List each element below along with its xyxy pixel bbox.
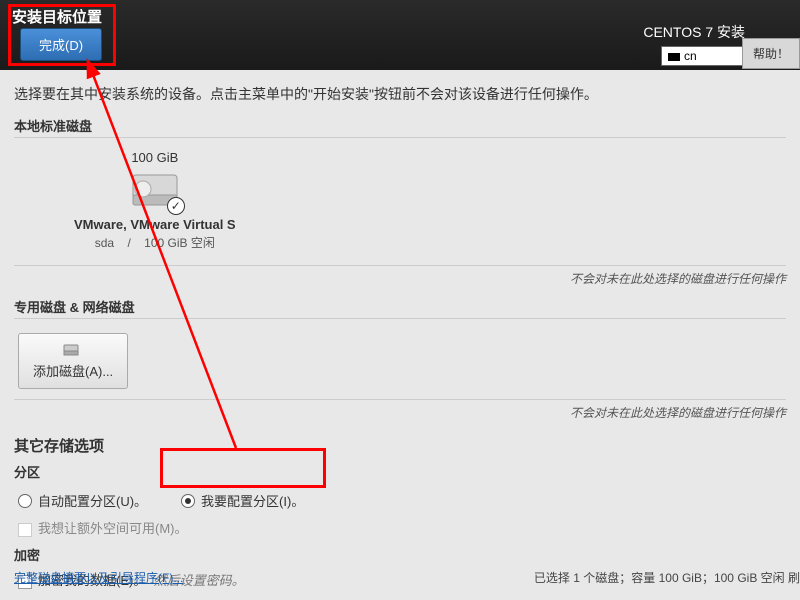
add-disk-label: 添加磁盘(A)...	[33, 364, 113, 379]
disk-name-label: VMware, VMware Virtual S	[74, 217, 236, 232]
unlisted-note-1: 不会对未在此处选择的磁盘进行任何操作	[14, 265, 786, 287]
keyboard-layout-selector[interactable]: cn	[661, 46, 745, 66]
disk-summary-link[interactable]: 完整磁盘摘要以及引导程序(F)...	[14, 569, 183, 586]
checkbox-icon	[18, 523, 32, 537]
disk-details: sda / 100 GiB 空闲	[74, 234, 236, 251]
extra-space-checkbox-row[interactable]: 我想让额外空间可用(M)。	[18, 518, 786, 537]
disk-separator: /	[127, 236, 130, 250]
radio-icon-selected	[181, 494, 195, 508]
radio-auto-label: 自动配置分区(U)。	[38, 491, 147, 510]
selection-status: 已选择 1 个磁盘；容量 100 GiB；100 GiB 空闲 刷	[534, 569, 800, 586]
help-button[interactable]: 帮助！	[742, 38, 800, 69]
disk-id: sda	[95, 236, 114, 250]
radio-auto-partition[interactable]: 自动配置分区(U)。	[18, 491, 147, 510]
encrypt-label: 加密	[14, 545, 786, 564]
extra-space-label: 我想让额外空间可用(M)。	[38, 521, 188, 536]
disk-plus-icon	[63, 342, 83, 358]
partition-label: 分区	[14, 462, 786, 481]
special-disks-heading: 专用磁盘 & 网络磁盘	[14, 297, 786, 319]
other-storage-heading: 其它存储选项	[14, 435, 786, 456]
page-title: 安装目标位置	[12, 6, 102, 27]
header-bar: 安装目标位置 完成(D) CENTOS 7 安装 cn 帮助！	[0, 0, 800, 70]
disk-item[interactable]: 100 GiB ✓ VMware, VMware Virtual S sda /…	[74, 150, 236, 251]
main-content: 选择要在其中安装系统的设备。点击主菜单中的"开始安装"按钮前不会对该设备进行任何…	[0, 70, 800, 600]
disk-free: 100 GiB 空闲	[144, 236, 215, 250]
radio-manual-partition[interactable]: 我要配置分区(I)。	[181, 491, 304, 510]
checkmark-badge-icon: ✓	[167, 197, 185, 215]
local-disks-heading: 本地标准磁盘	[14, 116, 786, 138]
description-text: 选择要在其中安装系统的设备。点击主菜单中的"开始安装"按钮前不会对该设备进行任何…	[14, 84, 786, 104]
installer-title: CENTOS 7 安装	[643, 22, 745, 42]
hard-disk-icon: ✓	[129, 171, 181, 211]
keyboard-layout-label: cn	[684, 49, 697, 63]
radio-manual-label: 我要配置分区(I)。	[201, 491, 304, 510]
radio-icon	[18, 494, 32, 508]
done-button[interactable]: 完成(D)	[20, 28, 102, 61]
disk-size-label: 100 GiB	[74, 150, 236, 165]
add-disk-button[interactable]: 添加磁盘(A)...	[18, 333, 128, 389]
unlisted-note-2: 不会对未在此处选择的磁盘进行任何操作	[14, 399, 786, 421]
